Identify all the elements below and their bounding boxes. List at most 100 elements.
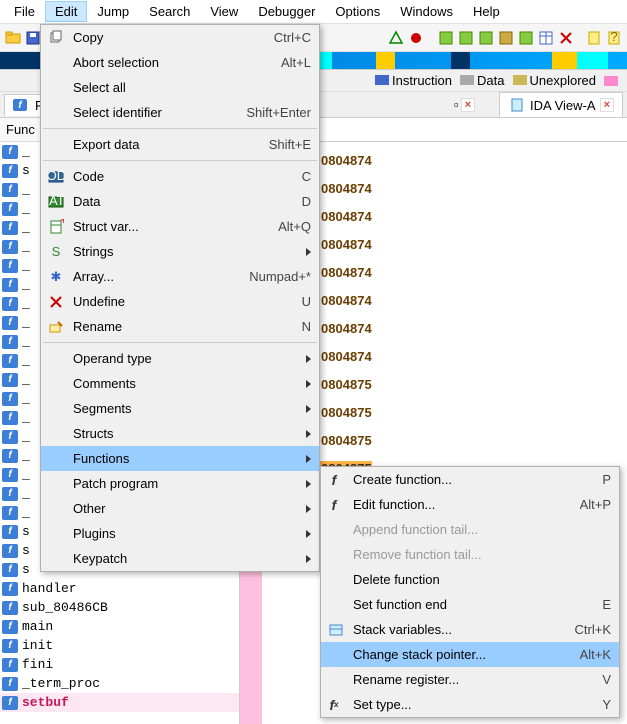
menu-search[interactable]: Search bbox=[139, 1, 200, 22]
disasm-line[interactable]: .text:0804874 bbox=[270, 230, 619, 258]
submenu-arrow-icon bbox=[306, 505, 311, 513]
folder-icon[interactable] bbox=[4, 29, 22, 47]
function-row[interactable]: fhandler bbox=[0, 579, 239, 598]
function-row[interactable]: fmain bbox=[0, 617, 239, 636]
menu-item-select-identifier[interactable]: Select identifierShift+Enter bbox=[41, 100, 319, 125]
view-close-icon[interactable]: × bbox=[600, 98, 614, 112]
function-row[interactable]: fsetbuf bbox=[0, 693, 239, 712]
submenu-shortcut: P bbox=[602, 472, 611, 487]
triangle-icon[interactable] bbox=[387, 29, 405, 47]
functions-submenu: fCreate function...PfEdit function...Alt… bbox=[320, 466, 620, 718]
function-name: handler bbox=[22, 581, 77, 596]
function-icon: f bbox=[2, 544, 18, 558]
submenu-label: Set type... bbox=[353, 697, 572, 712]
submenu-item-edit-function-[interactable]: fEdit function...Alt+P bbox=[321, 492, 619, 517]
submenu-item-set-type-[interactable]: fxSet type...Y bbox=[321, 692, 619, 717]
submenu-label: Remove function tail... bbox=[353, 547, 611, 562]
menu-item-patch-program[interactable]: Patch program bbox=[41, 471, 319, 496]
menu-view[interactable]: View bbox=[200, 1, 248, 22]
disasm-line[interactable]: .text:0804875 bbox=[270, 398, 619, 426]
record-icon[interactable] bbox=[407, 29, 425, 47]
function-row[interactable]: f sub_80486CB bbox=[0, 598, 239, 617]
function-icon: f bbox=[2, 449, 18, 463]
menu-item-other[interactable]: Other bbox=[41, 496, 319, 521]
data-icon: DATA bbox=[45, 192, 67, 212]
menu-item-label: Keypatch bbox=[73, 551, 298, 566]
function-icon: f bbox=[2, 696, 18, 710]
menu-edit[interactable]: Edit bbox=[45, 1, 87, 22]
function-icon: f bbox=[2, 601, 18, 615]
menu-item-operand-type[interactable]: Operand type bbox=[41, 346, 319, 371]
menu-shortcut: N bbox=[302, 319, 311, 334]
menu-item-abort-selection[interactable]: Abort selectionAlt+L bbox=[41, 50, 319, 75]
function-row[interactable]: finit bbox=[0, 636, 239, 655]
submenu-item-set-function-end[interactable]: Set function endE bbox=[321, 592, 619, 617]
function-name: _ bbox=[22, 448, 30, 463]
menu-item-segments[interactable]: Segments bbox=[41, 396, 319, 421]
function-name: sub_80486CB bbox=[22, 600, 108, 615]
tool-5[interactable] bbox=[517, 29, 535, 47]
disasm-line[interactable]: .text:0804874 bbox=[270, 146, 619, 174]
disasm-line[interactable]: .text:0804874 bbox=[270, 314, 619, 342]
delete-icon[interactable] bbox=[557, 29, 575, 47]
svg-text:?: ? bbox=[610, 30, 617, 44]
help-icon[interactable]: ? bbox=[605, 29, 623, 47]
menu-item-struct-var-[interactable]: +Struct var...Alt+Q bbox=[41, 214, 319, 239]
menu-item-array-[interactable]: ✱Array...Numpad+* bbox=[41, 264, 319, 289]
tool-2[interactable] bbox=[457, 29, 475, 47]
function-icon: f bbox=[2, 677, 18, 691]
submenu-item-rename-register-[interactable]: Rename register...V bbox=[321, 667, 619, 692]
menu-debugger[interactable]: Debugger bbox=[248, 1, 325, 22]
submenu-item-delete-function[interactable]: Delete function bbox=[321, 567, 619, 592]
submenu-item-create-function-[interactable]: fCreate function...P bbox=[321, 467, 619, 492]
tab-pin-icon[interactable]: ▫ bbox=[454, 97, 459, 112]
menu-shortcut: Numpad+* bbox=[249, 269, 311, 284]
disasm-line[interactable]: .text:0804874 bbox=[270, 286, 619, 314]
copy-icon bbox=[45, 28, 67, 48]
menu-item-undefine[interactable]: UndefineU bbox=[41, 289, 319, 314]
tool-4[interactable] bbox=[497, 29, 515, 47]
menu-item-functions[interactable]: Functions bbox=[41, 446, 319, 471]
menu-item-code[interactable]: CODECodeC bbox=[41, 164, 319, 189]
menu-item-rename[interactable]: RenameN bbox=[41, 314, 319, 339]
function-name: _ bbox=[22, 277, 30, 292]
menu-item-label: Select identifier bbox=[73, 105, 216, 120]
disasm-line[interactable]: .text:0804874 bbox=[270, 342, 619, 370]
note-icon[interactable] bbox=[585, 29, 603, 47]
menu-item-select-all[interactable]: Select all bbox=[41, 75, 319, 100]
disasm-line[interactable]: .text:0804874 bbox=[270, 174, 619, 202]
array-icon: ✱ bbox=[45, 267, 67, 287]
menu-item-comments[interactable]: Comments bbox=[41, 371, 319, 396]
tab-close-icon[interactable]: × bbox=[461, 98, 475, 112]
disasm-line[interactable]: .text:0804875 bbox=[270, 426, 619, 454]
function-row[interactable]: ffini bbox=[0, 655, 239, 674]
submenu-arrow-icon bbox=[306, 480, 311, 488]
menu-item-structs[interactable]: Structs bbox=[41, 421, 319, 446]
tab-ida-view[interactable]: IDA View-A × bbox=[499, 92, 623, 117]
disasm-line[interactable]: .text:0804874 bbox=[270, 202, 619, 230]
function-row[interactable]: f_term_proc bbox=[0, 674, 239, 693]
menu-item-data[interactable]: DATADataD bbox=[41, 189, 319, 214]
submenu-item-stack-variables-[interactable]: Stack variables...Ctrl+K bbox=[321, 617, 619, 642]
menu-item-strings[interactable]: SStrings bbox=[41, 239, 319, 264]
tool-1[interactable] bbox=[437, 29, 455, 47]
tool-3[interactable] bbox=[477, 29, 495, 47]
function-name: _ bbox=[22, 239, 30, 254]
menu-item-copy[interactable]: CopyCtrl+C bbox=[41, 25, 319, 50]
menu-file[interactable]: File bbox=[4, 1, 45, 22]
disasm-line[interactable]: .text:0804875 bbox=[270, 370, 619, 398]
submenu-shortcut: E bbox=[602, 597, 611, 612]
doc-icon bbox=[508, 96, 526, 114]
menu-shortcut: Ctrl+C bbox=[274, 30, 311, 45]
menu-item-keypatch[interactable]: Keypatch bbox=[41, 546, 319, 571]
function-icon: f bbox=[2, 278, 18, 292]
menu-options[interactable]: Options bbox=[325, 1, 390, 22]
menu-jump[interactable]: Jump bbox=[87, 1, 139, 22]
disasm-line[interactable]: .text:0804874 bbox=[270, 258, 619, 286]
menu-item-plugins[interactable]: Plugins bbox=[41, 521, 319, 546]
table-icon[interactable] bbox=[537, 29, 555, 47]
submenu-item-change-stack-pointer-[interactable]: Change stack pointer...Alt+K bbox=[321, 642, 619, 667]
menu-windows[interactable]: Windows bbox=[390, 1, 463, 22]
menu-item-export-data[interactable]: Export dataShift+E bbox=[41, 132, 319, 157]
menu-help[interactable]: Help bbox=[463, 1, 510, 22]
